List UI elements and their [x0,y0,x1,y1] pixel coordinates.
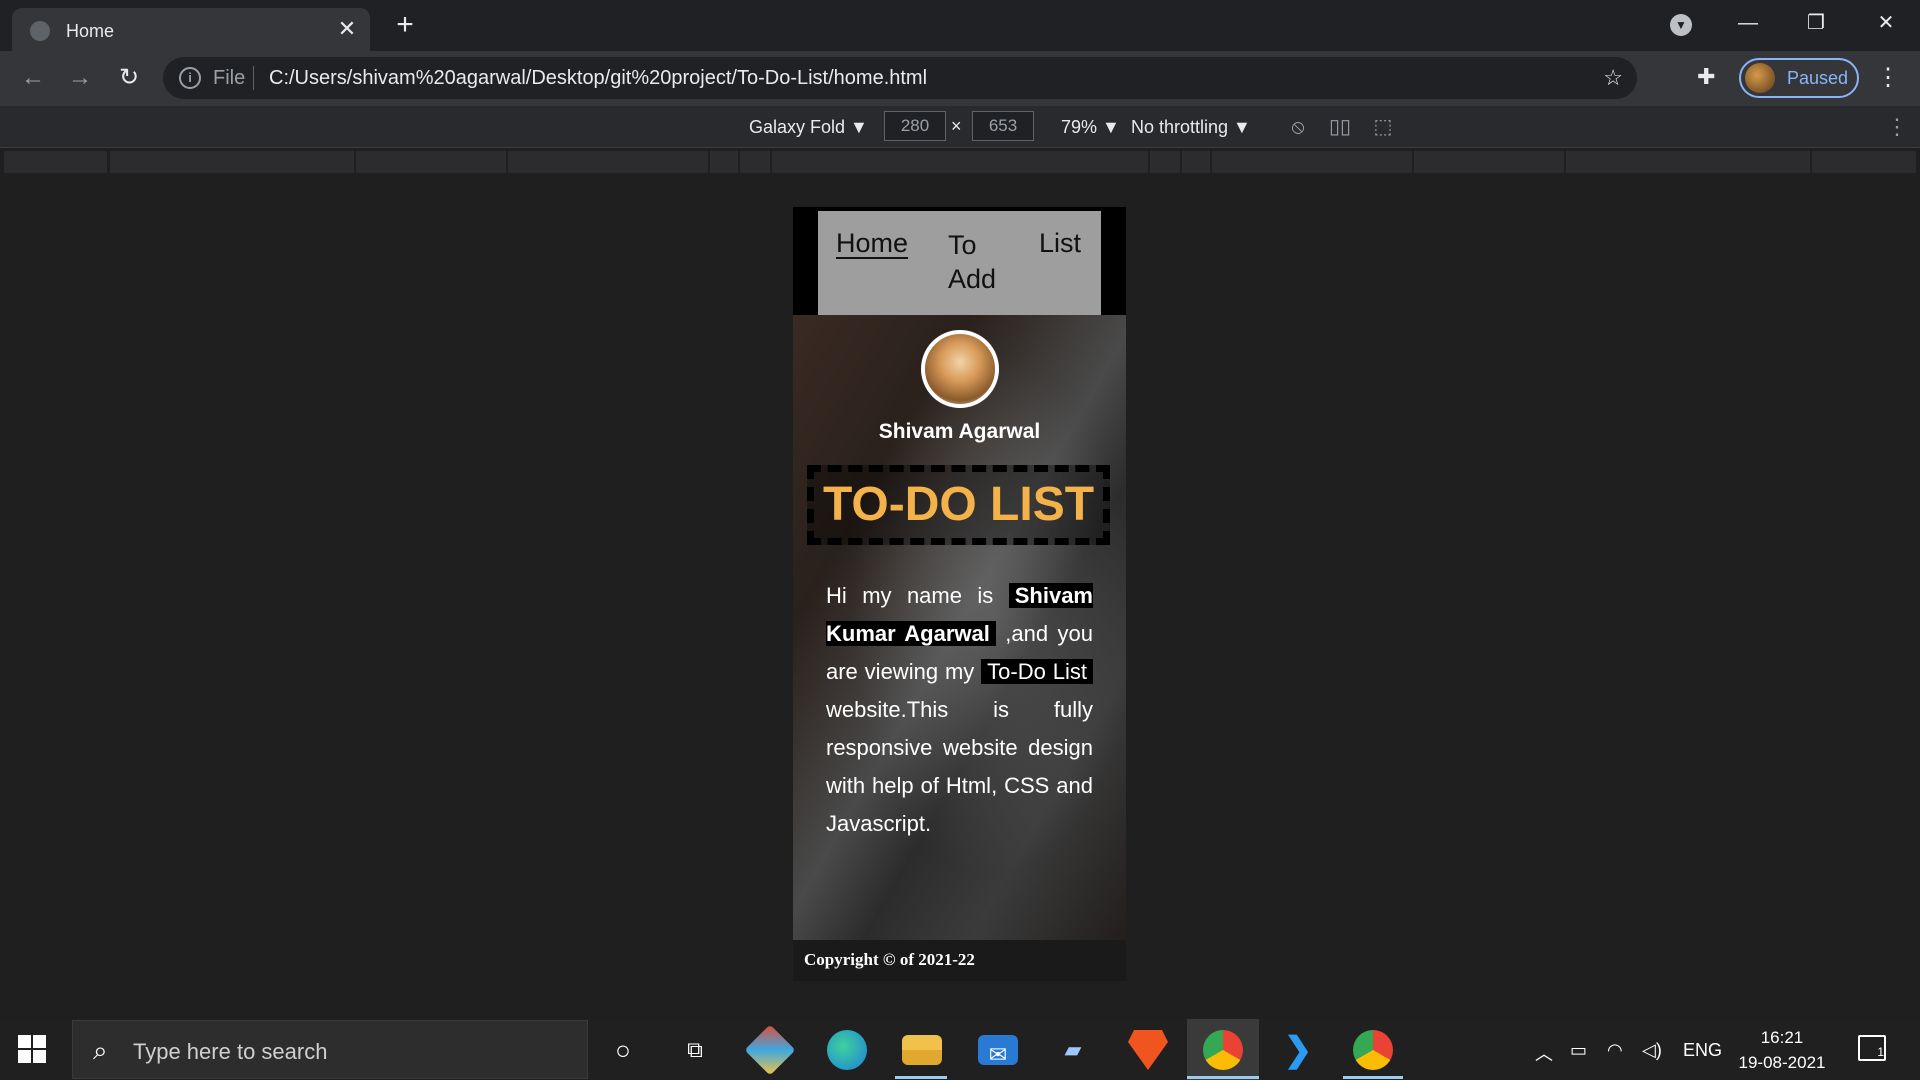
windows-taskbar: ⌕ Type here to search ○ ⧉ ✉ ▰ ❯ ︿ ▭ ◠ ◁)… [0,1019,1920,1080]
height-input[interactable]: 653 [972,111,1034,141]
intro-text-1: Hi my name is [826,583,1009,608]
bookmark-star-icon[interactable]: ☆ [1603,65,1623,91]
forward-arrow-icon[interactable]: → [65,63,95,93]
profile-status: Paused [1787,68,1849,88]
info-icon[interactable]: i [179,67,201,89]
media-query-ruler [0,149,1920,175]
address-divider [253,66,254,90]
author-name: Shivam Agarwal [878,420,1041,443]
notification-count: 1 [1877,1045,1884,1059]
dual-screen-icon[interactable]: ▯▯ [1328,115,1352,139]
notifications-icon[interactable]: 1 [1858,1035,1886,1061]
vscode-icon[interactable]: ❯ [1278,1030,1318,1070]
minimize-button[interactable]: — [1728,8,1768,38]
git-app-icon[interactable] [744,1024,796,1076]
file-explorer-icon[interactable] [902,1035,942,1065]
device-toolbar: Galaxy Fold ▼ 280 × 653 79% ▼ No throttl… [0,106,1920,148]
mail-icon[interactable]: ✉ [978,1035,1018,1067]
wifi-icon[interactable]: ◠ [1607,1040,1623,1061]
throttling-select[interactable]: No throttling ▼ [1131,117,1251,138]
menu-kebab-icon[interactable]: ⋮ [1876,63,1900,92]
reload-icon[interactable]: ↻ [114,63,144,93]
chrome-browser-icon[interactable] [1203,1030,1243,1070]
tab-close-button[interactable]: ✕ [334,16,360,42]
chrome-indicator [1187,1076,1259,1079]
clock-time: 16:21 [1760,1028,1804,1047]
profile-button[interactable]: Paused [1739,58,1859,98]
site-footer: Copyright © of 2021-22 [793,940,1126,981]
task-view-icon[interactable]: ⧉ [675,1030,715,1070]
language-indicator[interactable]: ENG [1683,1040,1722,1061]
sensors-icon[interactable]: ⬚ [1371,115,1395,139]
chrome-2-indicator [1343,1076,1403,1079]
tab-search-icon[interactable]: ▼ [1670,14,1692,36]
chrome-browser-icon-2[interactable] [1353,1030,1393,1070]
globe-icon [30,21,50,41]
site-navbar: Home To Add List [818,211,1101,315]
file-explorer-indicator [895,1076,947,1079]
back-arrow-icon[interactable]: ← [18,63,48,93]
window-close-button[interactable]: ✕ [1866,8,1906,38]
nav-link-home[interactable]: Home [836,228,908,259]
intro-text-3: website.This is fully responsive website… [826,697,1093,836]
rotate-icon[interactable]: ⦸ [1286,115,1310,139]
profile-photo [921,330,999,408]
device-select[interactable]: Galaxy Fold ▼ [749,117,868,138]
extensions-puzzle-icon[interactable]: ✚ [1697,64,1715,90]
new-tab-button[interactable]: + [390,10,420,40]
page-title: TO-DO LIST [807,465,1110,545]
address-bar[interactable]: i File C:/Users/shivam%20agarwal/Desktop… [163,57,1637,99]
windows-start-icon[interactable] [18,1035,48,1065]
width-input[interactable]: 280 [884,111,946,141]
highlight-site: To-Do List [981,659,1093,684]
devtools-more-icon[interactable]: ⋮ [1886,114,1908,140]
brave-browser-icon[interactable] [1128,1030,1168,1070]
copyright-text: Copyright © of 2021-22 [804,950,975,969]
browser-tab-home[interactable]: Home ✕ [12,8,370,51]
volume-icon[interactable]: ◁) [1642,1040,1662,1061]
dimension-separator: × [951,116,962,136]
cortana-icon[interactable]: ○ [603,1030,643,1070]
system-clock[interactable]: 16:21 19-08-2021 [1727,1025,1837,1075]
nav-link-list[interactable]: List [1039,228,1081,259]
avatar [1745,63,1775,93]
chevron-up-icon[interactable]: ︿ [1535,1040,1553,1066]
emulated-viewport: Home To Add List Shivam Agarwal TO-DO LI… [793,207,1126,981]
tab-title: Home [66,21,115,41]
taskbar-search-box[interactable]: ⌕ Type here to search [72,1020,588,1079]
browser-titlebar: Home ✕ + ▼ — ❐ ✕ [0,0,1920,51]
edge-browser-icon[interactable] [827,1030,867,1070]
browser-toolbar: ← → ↻ i File C:/Users/shivam%20agarwal/D… [0,51,1920,106]
url-text[interactable]: C:/Users/shivam%20agarwal/Desktop/git%20… [269,67,927,90]
clock-date: 19-08-2021 [1738,1053,1826,1072]
intro-paragraph: Hi my name is Shivam Kumar Agarwal ,and … [826,577,1093,843]
nav-link-to-add[interactable]: To Add [948,228,1008,296]
url-scheme-label: File [213,67,246,89]
zoom-select[interactable]: 79% ▼ [1061,117,1120,138]
remote-desktop-icon[interactable]: ▰ [1053,1030,1093,1070]
restore-button[interactable]: ❐ [1796,8,1836,38]
search-icon: ⌕ [93,1035,108,1065]
search-placeholder: Type here to search [133,1039,328,1064]
battery-icon[interactable]: ▭ [1570,1040,1587,1061]
